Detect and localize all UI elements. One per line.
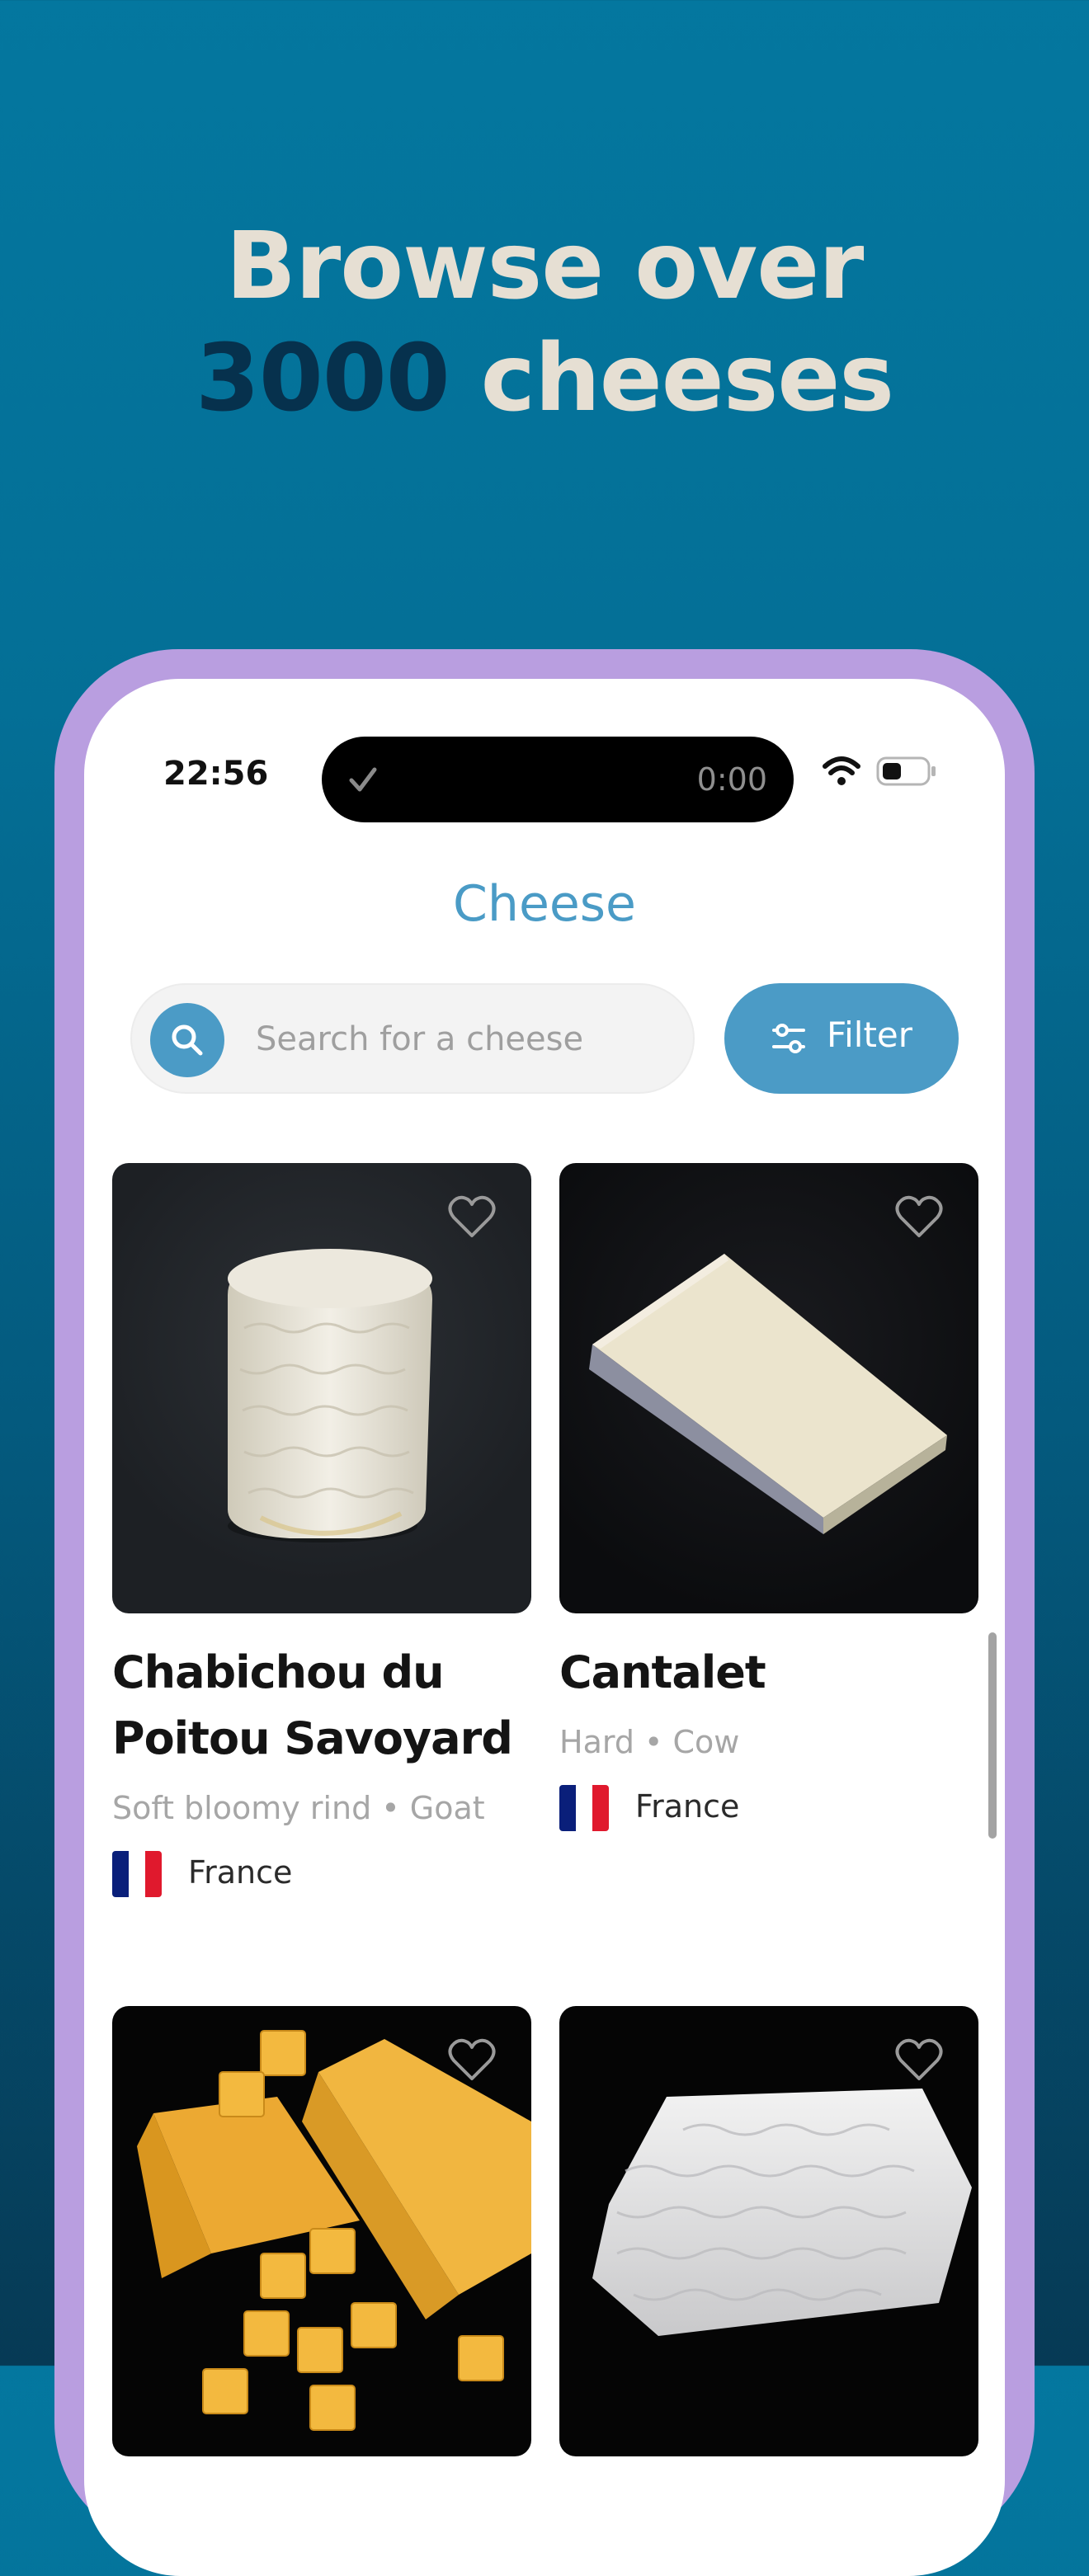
cheese-subtitle: Hard • Cow: [559, 1724, 740, 1760]
status-time: 22:56: [163, 755, 269, 793]
cheese-image: [559, 2006, 978, 2456]
promo-headline: Browse over 3000 cheeses: [0, 210, 1089, 435]
heart-icon[interactable]: [894, 1194, 944, 1241]
headline-line-1: Browse over: [225, 213, 865, 320]
cheese-card[interactable]: Cantalet Hard • Cow France: [559, 1163, 978, 1831]
search-bar[interactable]: [130, 983, 695, 1094]
cheese-country: France: [188, 1854, 293, 1891]
wifi-icon: [823, 756, 860, 785]
heart-icon[interactable]: [447, 2037, 497, 2084]
cheese-card[interactable]: Chabichou du Poitou Savoyard Soft bloomy…: [112, 1163, 531, 1897]
headline-line-2: 3000 cheeses: [0, 323, 1089, 435]
cheese-image: [559, 1163, 978, 1613]
cheese-image: [112, 1163, 531, 1613]
search-input[interactable]: [254, 1010, 670, 1069]
heart-icon[interactable]: [894, 2037, 944, 2084]
filter-label: Filter: [827, 1015, 913, 1055]
cheese-card[interactable]: [112, 2006, 531, 2456]
page-title: Cheese: [453, 875, 636, 933]
island-timer: 0:00: [696, 761, 767, 798]
filter-button[interactable]: Filter: [724, 983, 959, 1094]
dynamic-island: 0:00: [322, 737, 794, 822]
headline-highlight: 3000: [195, 325, 450, 432]
cheese-country: France: [635, 1788, 740, 1825]
cheese-name: Chabichou du Poitou Savoyard: [112, 1646, 513, 1764]
check-icon: [349, 767, 377, 792]
phone-screen: 22:56 0:00 Cheese Search for a cheese Fi…: [84, 679, 1005, 2576]
heart-icon[interactable]: [447, 1194, 497, 1241]
filter-icon: [772, 1024, 805, 1053]
cheese-subtitle: Soft bloomy rind • Goat: [112, 1790, 485, 1826]
france-flag-icon: [559, 1785, 609, 1831]
search-icon: [172, 1024, 203, 1056]
search-button[interactable]: [150, 1003, 224, 1077]
phone-frame: 22:56 0:00 Cheese Search for a cheese Fi…: [54, 649, 1035, 2576]
france-flag-icon: [112, 1851, 162, 1897]
battery-icon: [876, 756, 936, 786]
cheese-name: Cantalet: [559, 1646, 766, 1698]
cheese-image: [112, 2006, 531, 2456]
headline-line-2-rest: cheeses: [449, 325, 894, 432]
cheese-card[interactable]: [559, 2006, 978, 2456]
scrollbar[interactable]: [988, 1632, 997, 1839]
